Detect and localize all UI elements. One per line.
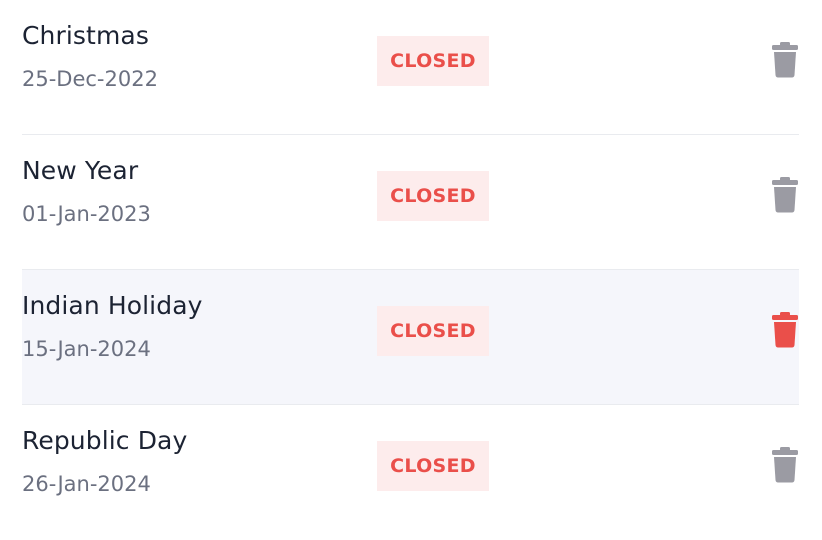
holiday-name: Indian Holiday	[22, 291, 203, 320]
delete-button[interactable]	[771, 447, 799, 483]
status-badge: CLOSED	[377, 36, 489, 86]
holiday-row: Christmas 25-Dec-2022 CLOSED	[22, 0, 799, 135]
status-badge: CLOSED	[377, 171, 489, 221]
holiday-row: Indian Holiday 15-Jan-2024 CLOSED	[22, 270, 799, 405]
delete-button[interactable]	[771, 312, 799, 348]
trash-icon	[772, 42, 798, 78]
status-badge: CLOSED	[377, 306, 489, 356]
holiday-date: 01-Jan-2023	[22, 202, 151, 226]
trash-icon	[772, 447, 798, 483]
holiday-list: Christmas 25-Dec-2022 CLOSED New Year 01…	[22, 0, 799, 540]
holiday-name: New Year	[22, 156, 139, 185]
holiday-row: Republic Day 26-Jan-2024 CLOSED	[22, 405, 799, 540]
holiday-name: Christmas	[22, 21, 149, 50]
trash-icon	[772, 177, 798, 213]
holiday-name: Republic Day	[22, 426, 188, 455]
holiday-date: 26-Jan-2024	[22, 472, 151, 496]
delete-button[interactable]	[771, 177, 799, 213]
holiday-date: 15-Jan-2024	[22, 337, 151, 361]
delete-button[interactable]	[771, 42, 799, 78]
status-badge: CLOSED	[377, 441, 489, 491]
holiday-row: New Year 01-Jan-2023 CLOSED	[22, 135, 799, 270]
trash-icon	[772, 312, 798, 348]
holiday-date: 25-Dec-2022	[22, 67, 158, 91]
